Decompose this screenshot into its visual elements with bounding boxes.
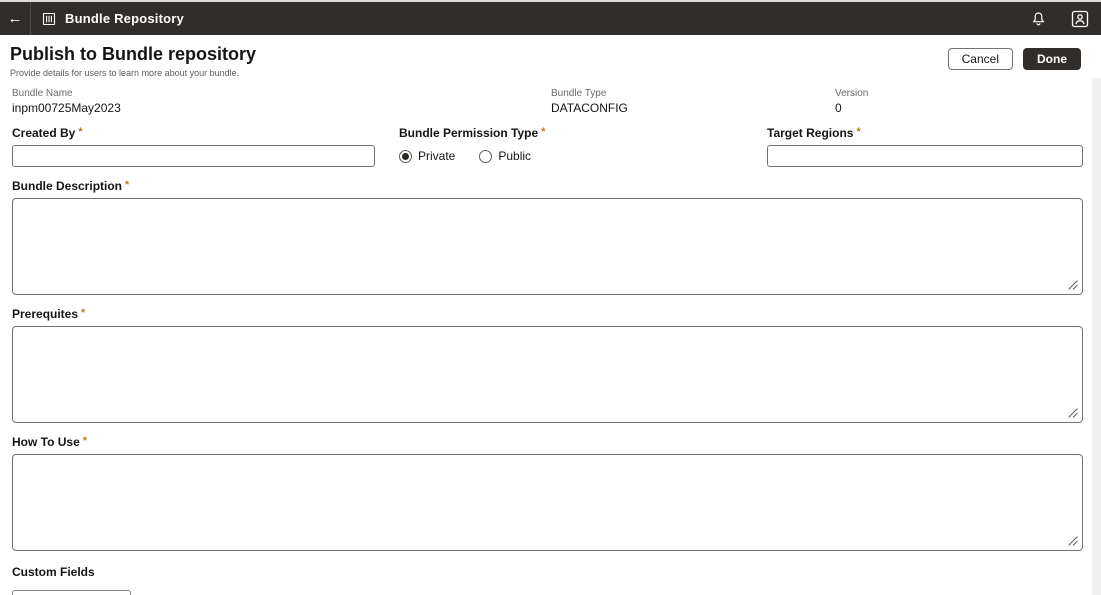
bundle-name-value: inpm00725May2023 bbox=[12, 101, 551, 115]
version-label: Version bbox=[835, 88, 1075, 99]
prerequites-field: Prerequites* bbox=[12, 307, 1083, 423]
resize-handle-icon[interactable] bbox=[1067, 278, 1079, 290]
radio-private-circle bbox=[399, 150, 412, 163]
how-to-use-textarea[interactable] bbox=[12, 454, 1083, 551]
required-marker: * bbox=[125, 179, 129, 191]
publish-bundle-page: Publish to Bundle repository Provide det… bbox=[0, 35, 1101, 595]
header-divider bbox=[30, 2, 31, 35]
radio-public[interactable]: Public bbox=[479, 149, 531, 163]
vertical-scrollbar[interactable] bbox=[1092, 78, 1101, 595]
permission-radio-group: Private Public bbox=[399, 149, 767, 163]
form-row-top: Created By* Bundle Permission Type* Priv… bbox=[12, 126, 1083, 167]
page-title: Publish to Bundle repository bbox=[10, 44, 948, 65]
app-title: Bundle Repository bbox=[65, 11, 184, 26]
app-header: ← Bundle Repository bbox=[0, 2, 1101, 35]
bundle-description-label: Bundle Description* bbox=[12, 179, 1083, 193]
required-marker: * bbox=[78, 126, 82, 138]
custom-fields-label: Custom Fields bbox=[12, 565, 1083, 579]
add-custom-field-button[interactable]: Add Custom Field bbox=[12, 590, 131, 595]
how-to-use-field: How To Use* bbox=[12, 435, 1083, 551]
radio-public-label: Public bbox=[498, 149, 531, 163]
arrow-left-icon: ← bbox=[8, 10, 23, 27]
required-marker: * bbox=[81, 307, 85, 319]
bundle-summary-row: Bundle Name inpm00725May2023 Bundle Type… bbox=[12, 88, 1083, 115]
bank-icon bbox=[42, 12, 56, 26]
notifications-button[interactable] bbox=[1031, 11, 1046, 27]
permission-type-label: Bundle Permission Type* bbox=[399, 126, 767, 140]
prerequites-label: Prerequites* bbox=[12, 307, 1083, 321]
how-to-use-label: How To Use* bbox=[12, 435, 1083, 449]
done-button[interactable]: Done bbox=[1023, 48, 1081, 70]
form-content: Bundle Name inpm00725May2023 Bundle Type… bbox=[0, 88, 1101, 595]
bundle-type-label: Bundle Type bbox=[551, 88, 835, 99]
cancel-button[interactable]: Cancel bbox=[948, 48, 1013, 70]
target-regions-input[interactable] bbox=[767, 145, 1083, 167]
required-marker: * bbox=[83, 435, 87, 447]
radio-private[interactable]: Private bbox=[399, 149, 455, 163]
back-button[interactable]: ← bbox=[0, 2, 30, 35]
created-by-label: Created By* bbox=[12, 126, 375, 140]
user-badge-icon bbox=[1070, 9, 1090, 29]
created-by-input[interactable] bbox=[12, 145, 375, 167]
bundle-name-label: Bundle Name bbox=[12, 88, 551, 99]
bundle-description-textarea[interactable] bbox=[12, 198, 1083, 295]
resize-handle-icon[interactable] bbox=[1067, 406, 1079, 418]
version-value: 0 bbox=[835, 101, 1075, 115]
radio-public-circle bbox=[479, 150, 492, 163]
radio-private-label: Private bbox=[418, 149, 455, 163]
bundle-description-field: Bundle Description* bbox=[12, 179, 1083, 295]
bell-icon bbox=[1031, 11, 1046, 27]
profile-button[interactable] bbox=[1070, 9, 1090, 29]
required-marker: * bbox=[856, 126, 860, 138]
prerequites-textarea[interactable] bbox=[12, 326, 1083, 423]
target-regions-label: Target Regions* bbox=[767, 126, 1083, 140]
page-titlebar: Publish to Bundle repository Provide det… bbox=[0, 35, 1101, 78]
resize-handle-icon[interactable] bbox=[1067, 534, 1079, 546]
page-subtitle: Provide details for users to learn more … bbox=[10, 68, 948, 78]
required-marker: * bbox=[541, 126, 545, 138]
bundle-type-value: DATACONFIG bbox=[551, 101, 835, 115]
